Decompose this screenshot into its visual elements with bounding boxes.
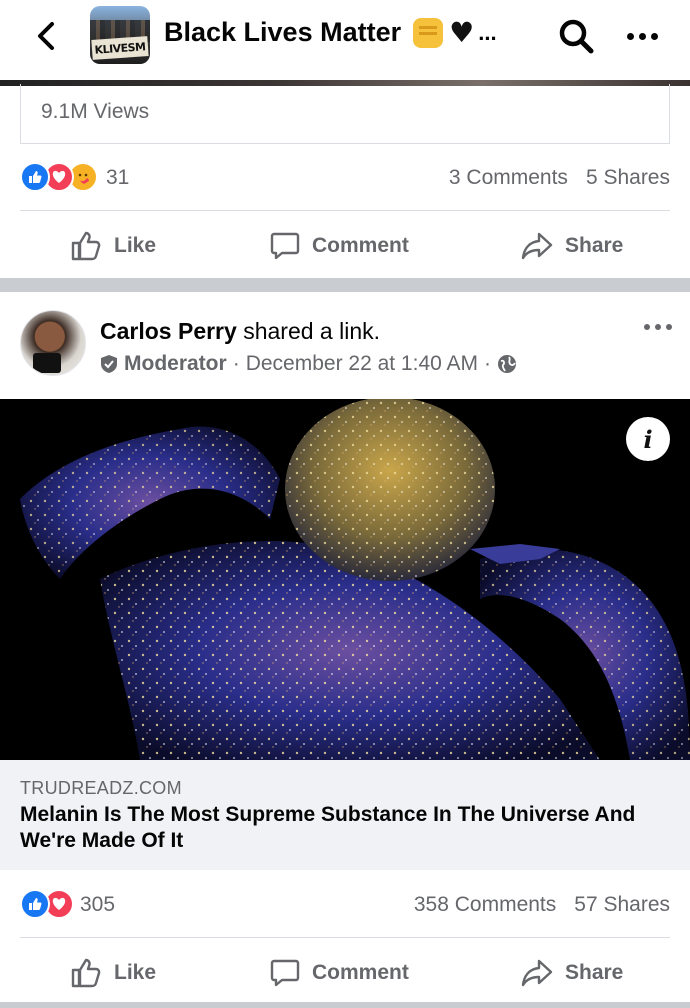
divider — [20, 210, 670, 211]
post1-actions: Like Comment Share — [0, 214, 690, 278]
moderator-badge: Moderator — [124, 352, 227, 375]
post1-reaction-count[interactable]: 31 — [106, 166, 129, 190]
post1-share-button[interactable]: Share — [521, 214, 623, 278]
link-preview-image[interactable] — [0, 399, 690, 760]
post2-like-button[interactable]: Like — [70, 941, 156, 1005]
feed-separator — [0, 278, 690, 292]
post2-reactions-row: 305 358 Comments 57 Shares — [20, 885, 670, 925]
raised-fist-emoji-icon — [413, 17, 444, 48]
protest-sign: KLIVESM — [91, 36, 149, 60]
moderator-shield-icon — [101, 355, 117, 373]
black-heart-emoji-icon: ♥ — [449, 16, 475, 49]
comment-label: Comment — [312, 961, 409, 984]
comment-label: Comment — [312, 234, 409, 257]
post1-shares-count[interactable]: 5 Shares — [586, 166, 670, 190]
link-domain: TRUDREADZ.COM — [20, 778, 182, 798]
cosmic-body-paint-figure — [0, 399, 690, 760]
group-thumbnail[interactable]: KLIVESM — [90, 6, 150, 64]
views-count: 9.1M Views — [41, 100, 150, 123]
post2-share-button[interactable]: Share — [521, 941, 623, 1005]
group-title[interactable]: Black Lives Matter ♥ ... — [164, 16, 497, 49]
like-reaction-icon — [20, 162, 50, 192]
link-preview-meta[interactable]: TRUDREADZ.COM Melanin Is The Most Suprem… — [0, 760, 690, 870]
search-button[interactable] — [556, 16, 596, 56]
post2-reaction-count[interactable]: 305 — [80, 893, 115, 917]
post2-comments-count[interactable]: 358 Comments — [414, 893, 556, 917]
meta-separator: · — [232, 352, 240, 375]
author-name[interactable]: Carlos Perry — [100, 318, 237, 344]
reaction-icons[interactable] — [20, 162, 106, 194]
title-ellipsis: ... — [478, 19, 497, 45]
post-meta: Moderator · December 22 at 1:40 AM · — [100, 352, 517, 376]
group-header: KLIVESM Black Lives Matter ♥ ... — [0, 0, 690, 80]
feed-separator — [0, 1002, 690, 1008]
thumbs-up-icon — [71, 231, 101, 261]
like-label: Like — [114, 961, 157, 984]
post1-reactions-row: 31 3 Comments 5 Shares — [20, 158, 670, 198]
meta-separator-2: · — [483, 352, 491, 375]
post-timestamp[interactable]: December 22 at 1:40 AM — [246, 352, 478, 376]
post-action-text: shared a link. — [243, 318, 381, 344]
back-button[interactable] — [28, 18, 64, 54]
post2-stats: 358 Comments 57 Shares — [414, 893, 670, 917]
globe-icon — [497, 355, 516, 373]
link-title[interactable]: Melanin Is The Most Supreme Substance In… — [20, 802, 670, 854]
post-more-button[interactable] — [636, 312, 680, 342]
thumbs-up-icon — [71, 958, 101, 988]
divider — [20, 937, 670, 938]
post1-like-button[interactable]: Like — [70, 214, 156, 278]
post1-stats: 3 Comments 5 Shares — [449, 166, 670, 190]
like-label: Like — [114, 234, 157, 257]
video-views-box: 9.1M Views — [20, 84, 670, 144]
share-arrow-icon — [521, 232, 553, 260]
author-avatar[interactable] — [20, 310, 86, 376]
like-reaction-icon — [20, 889, 50, 919]
reaction-icons[interactable] — [20, 889, 80, 921]
link-info-button[interactable]: i — [626, 417, 670, 461]
post2-shares-count[interactable]: 57 Shares — [574, 893, 670, 917]
post1-comments-count[interactable]: 3 Comments — [449, 166, 568, 190]
back-arrow-icon — [38, 22, 54, 50]
more-options-button[interactable] — [620, 18, 664, 54]
more-icon — [644, 324, 672, 330]
avatar-badge — [33, 353, 61, 373]
post1-comment-button[interactable]: Comment — [270, 214, 409, 278]
share-arrow-icon — [521, 959, 553, 987]
comment-bubble-icon — [270, 232, 300, 260]
more-icon — [626, 32, 658, 40]
share-label: Share — [565, 961, 624, 984]
post2-actions: Like Comment Share — [0, 941, 690, 1005]
comment-bubble-icon — [270, 959, 300, 987]
post-header-line: Carlos Perry shared a link. — [100, 318, 380, 345]
share-label: Share — [565, 234, 624, 257]
group-title-text: Black Lives Matter — [164, 17, 402, 47]
search-icon — [559, 19, 594, 54]
post2-comment-button[interactable]: Comment — [270, 941, 409, 1005]
